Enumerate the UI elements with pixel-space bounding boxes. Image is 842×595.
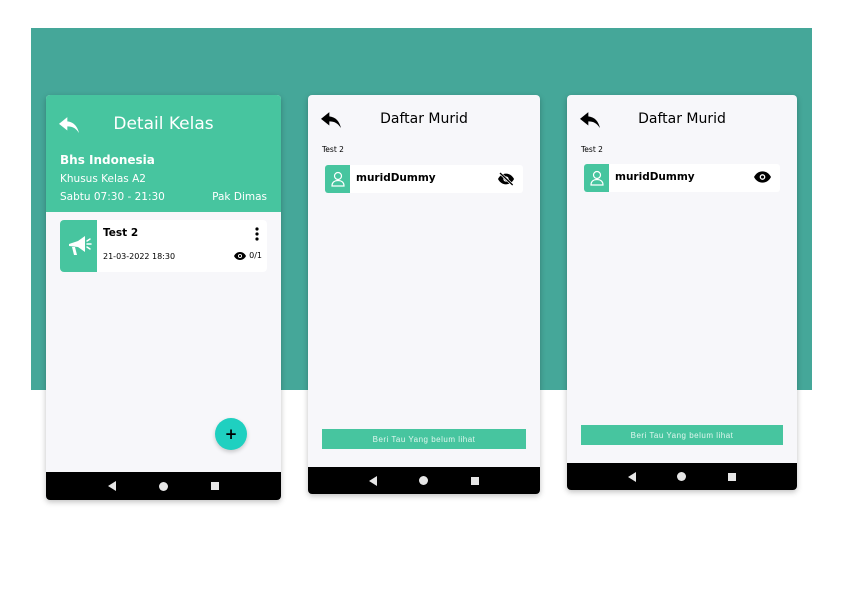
- page-title: Daftar Murid: [638, 111, 726, 127]
- megaphone-icon: [60, 220, 97, 272]
- student-row[interactable]: muridDummy: [325, 165, 523, 193]
- nav-home-icon[interactable]: [677, 472, 687, 481]
- announcement-card[interactable]: Test 2 21-03-2022 18:30 0/1: [60, 220, 267, 272]
- nav-back-icon[interactable]: [107, 481, 116, 491]
- view-count-text: 0/1: [249, 251, 262, 260]
- system-navbar: [46, 472, 281, 500]
- class-schedule: Sabtu 07:30 - 21:30: [60, 191, 165, 203]
- add-announcement-button[interactable]: +: [215, 418, 247, 450]
- system-navbar: [567, 463, 797, 490]
- daftar-murid-screen-seen: Daftar Murid Test 2 muridDummy Beri Tau …: [567, 95, 797, 490]
- detail-kelas-screen: Detail Kelas Bhs Indonesia Khusus Kelas …: [46, 95, 281, 500]
- announcement-datetime: 21-03-2022 18:30: [103, 252, 176, 261]
- student-name: muridDummy: [615, 171, 695, 183]
- page-title: Detail Kelas: [113, 114, 214, 134]
- nav-home-icon[interactable]: [419, 476, 429, 485]
- daftar-murid-screen-unseen: Daftar Murid Test 2 muridDummy Beri Tau …: [308, 95, 540, 494]
- course-name: Bhs Indonesia: [60, 153, 155, 167]
- announcement-subtitle: Test 2: [581, 145, 603, 154]
- view-count: 0/1: [234, 251, 262, 260]
- nav-recent-icon[interactable]: [470, 476, 479, 485]
- class-header: Detail Kelas Bhs Indonesia Khusus Kelas …: [46, 95, 281, 212]
- system-navbar: [308, 467, 540, 494]
- announcement-title: Test 2: [103, 227, 139, 239]
- eye-icon: [234, 251, 247, 260]
- announcement-subtitle: Test 2: [322, 145, 344, 154]
- eye-icon: [754, 171, 771, 183]
- more-vert-icon[interactable]: [255, 227, 259, 241]
- nav-home-icon[interactable]: [158, 481, 168, 491]
- page-title: Daftar Murid: [380, 111, 468, 127]
- nav-back-icon[interactable]: [627, 471, 636, 482]
- class-name: Khusus Kelas A2: [60, 173, 146, 185]
- nav-recent-icon[interactable]: [211, 482, 220, 490]
- teacher-name: Pak Dimas: [212, 191, 267, 203]
- nav-recent-icon[interactable]: [728, 472, 737, 481]
- eye-off-icon: [498, 172, 514, 186]
- notify-unseen-button[interactable]: Beri Tau Yang belum lihat: [322, 429, 526, 449]
- user-icon: [325, 165, 350, 193]
- student-name: muridDummy: [356, 172, 436, 184]
- nav-back-icon[interactable]: [369, 475, 378, 486]
- user-icon: [584, 164, 609, 192]
- student-row[interactable]: muridDummy: [584, 164, 780, 192]
- notify-unseen-button[interactable]: Beri Tau Yang belum lihat: [581, 425, 783, 445]
